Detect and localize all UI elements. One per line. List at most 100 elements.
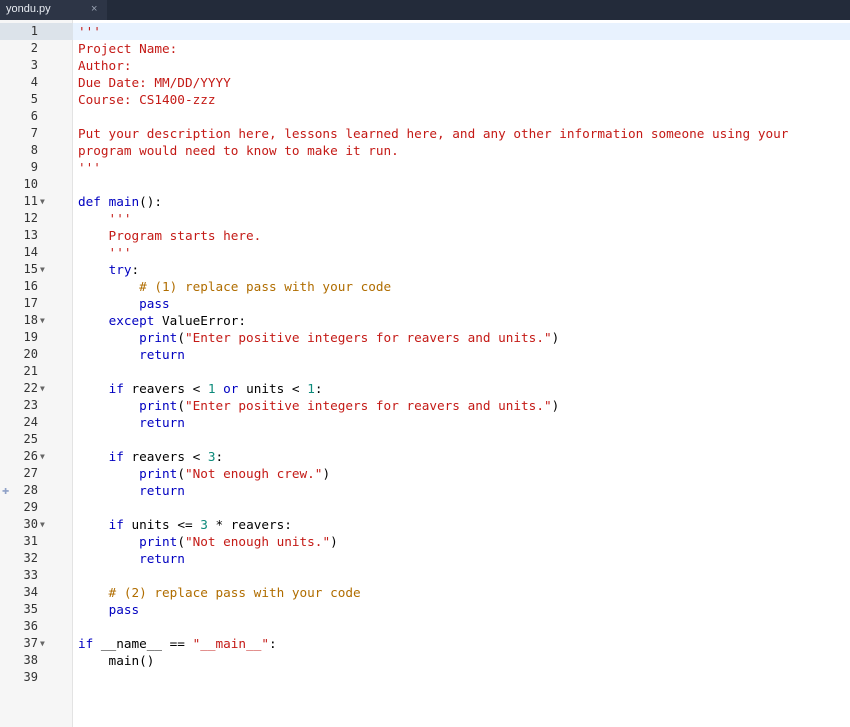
- line-number: 3: [30, 58, 38, 72]
- code-token: ): [330, 534, 338, 549]
- code-line[interactable]: 8 program would need to know to make it r…: [0, 142, 850, 159]
- code-line[interactable]: 11 ▼ def main():: [0, 193, 850, 210]
- code-text: program would need to know to make it ru…: [78, 142, 399, 159]
- fold-arrow-icon[interactable]: ▼: [40, 635, 50, 652]
- line-number: 31: [23, 534, 38, 548]
- code-token: Due Date: MM/DD/YYYY: [78, 75, 231, 90]
- code-text: # (2) replace pass with your code: [78, 584, 361, 601]
- fold-arrow-icon[interactable]: ▼: [40, 448, 50, 465]
- code-line[interactable]: 38 main(): [0, 652, 850, 669]
- code-line[interactable]: 15 ▼ try:: [0, 261, 850, 278]
- line-number: 38: [23, 653, 38, 667]
- code-line[interactable]: 26 ▼ if reavers < 3:: [0, 448, 850, 465]
- code-token: # (1) replace pass with your code: [78, 279, 392, 294]
- code-line[interactable]: 4 Due Date: MM/DD/YYYY: [0, 74, 850, 91]
- code-line[interactable]: 27 print("Not enough crew."): [0, 465, 850, 482]
- code-line[interactable]: 35 pass: [0, 601, 850, 618]
- code-text: print("Enter positive integers for reave…: [78, 397, 559, 414]
- code-token: pass: [108, 602, 140, 617]
- code-token: except: [108, 313, 155, 328]
- code-text: if reavers < 3:: [78, 448, 224, 465]
- code-line[interactable]: 30 ▼ if units <= 3 * reavers:: [0, 516, 850, 533]
- code-line[interactable]: 17 pass: [0, 295, 850, 312]
- code-text: pass: [78, 295, 170, 312]
- code-line[interactable]: 25: [0, 431, 850, 448]
- code-token: print: [139, 398, 178, 413]
- code-editor[interactable]: 1 ''' 2 Project Name: 3 Author: 4 Due Date: MM/…: [0, 20, 850, 727]
- code-token: ():: [139, 194, 163, 209]
- code-line[interactable]: 24 return: [0, 414, 850, 431]
- line-number: 11: [23, 194, 38, 208]
- code-token: # (2) replace pass with your code: [78, 585, 361, 600]
- fold-arrow-icon[interactable]: ▼: [40, 516, 50, 533]
- code-text: return: [78, 550, 185, 567]
- code-token: if: [108, 517, 124, 532]
- code-line[interactable]: 9 ''': [0, 159, 850, 176]
- line-number: 39: [23, 670, 38, 684]
- code-token: pass: [139, 296, 170, 311]
- code-line[interactable]: 7 Put your description here, lessons lear…: [0, 125, 850, 142]
- line-number: 16: [23, 279, 38, 293]
- line-number: 26: [23, 449, 38, 463]
- code-line[interactable]: 20 return: [0, 346, 850, 363]
- code-token: Course: CS1400-zzz: [78, 92, 216, 107]
- code-line[interactable]: 22 ▼ if reavers < 1 or units < 1:: [0, 380, 850, 397]
- fold-arrow-icon[interactable]: ▼: [40, 261, 50, 278]
- code-token: if: [78, 636, 94, 651]
- fold-arrow-icon[interactable]: ▼: [40, 312, 50, 329]
- code-line[interactable]: 32 return: [0, 550, 850, 567]
- code-line[interactable]: 14 ''': [0, 244, 850, 261]
- tab-filename: yondu.py: [6, 3, 51, 15]
- code-token: Author:: [78, 58, 132, 73]
- tab-yondu-py[interactable]: yondu.py ×: [0, 0, 107, 20]
- code-line[interactable]: 12 ''': [0, 210, 850, 227]
- line-number: 10: [23, 177, 38, 191]
- code-line[interactable]: 6: [0, 108, 850, 125]
- code-lines[interactable]: 1 ''' 2 Project Name: 3 Author: 4 Due Date: MM/…: [0, 23, 850, 686]
- code-line[interactable]: ✚ 28 return: [0, 482, 850, 499]
- code-line[interactable]: 3 Author:: [0, 57, 850, 74]
- code-line[interactable]: 33: [0, 567, 850, 584]
- code-line[interactable]: 36: [0, 618, 850, 635]
- line-number: 5: [30, 92, 38, 106]
- code-token: ''': [78, 160, 101, 175]
- code-token: * reavers:: [207, 517, 292, 532]
- code-text: Put your description here, lessons learn…: [78, 125, 788, 142]
- code-text: except ValueError:: [78, 312, 247, 329]
- code-token: program would need to know to make it ru…: [78, 143, 399, 158]
- code-line[interactable]: 31 print("Not enough units."): [0, 533, 850, 550]
- line-number: 29: [23, 500, 38, 514]
- close-icon[interactable]: ×: [91, 3, 97, 15]
- code-line[interactable]: 2 Project Name:: [0, 40, 850, 57]
- code-line[interactable]: 16 # (1) replace pass with your code: [0, 278, 850, 295]
- line-number: 1: [30, 24, 38, 38]
- code-line[interactable]: 19 print("Enter positive integers for re…: [0, 329, 850, 346]
- code-token: ''': [78, 245, 132, 260]
- fold-arrow-icon[interactable]: ▼: [40, 193, 50, 210]
- line-number: 35: [23, 602, 38, 616]
- code-token: ): [551, 398, 560, 413]
- line-number: 23: [23, 398, 38, 412]
- code-line[interactable]: 23 print("Enter positive integers for re…: [0, 397, 850, 414]
- code-line[interactable]: 34 # (2) replace pass with your code: [0, 584, 850, 601]
- code-token: print: [139, 466, 178, 481]
- code-line[interactable]: 29: [0, 499, 850, 516]
- code-text: Author:: [78, 57, 131, 74]
- fold-arrow-icon[interactable]: ▼: [40, 380, 50, 397]
- code-token: Project Name:: [78, 41, 178, 56]
- code-line[interactable]: 10: [0, 176, 850, 193]
- code-line[interactable]: 5 Course: CS1400-zzz: [0, 91, 850, 108]
- code-line[interactable]: 13 Program starts here.: [0, 227, 850, 244]
- line-number: 36: [23, 619, 38, 633]
- line-number: 12: [23, 211, 38, 225]
- code-line[interactable]: 18 ▼ except ValueError:: [0, 312, 850, 329]
- line-number: 7: [30, 126, 38, 140]
- code-line[interactable]: 39: [0, 669, 850, 686]
- code-line[interactable]: 21: [0, 363, 850, 380]
- code-token: :: [314, 381, 323, 396]
- line-number: 19: [23, 330, 38, 344]
- code-line[interactable]: 37 ▼ if __name__ == "__main__":: [0, 635, 850, 652]
- code-line[interactable]: 1 ''': [0, 23, 850, 40]
